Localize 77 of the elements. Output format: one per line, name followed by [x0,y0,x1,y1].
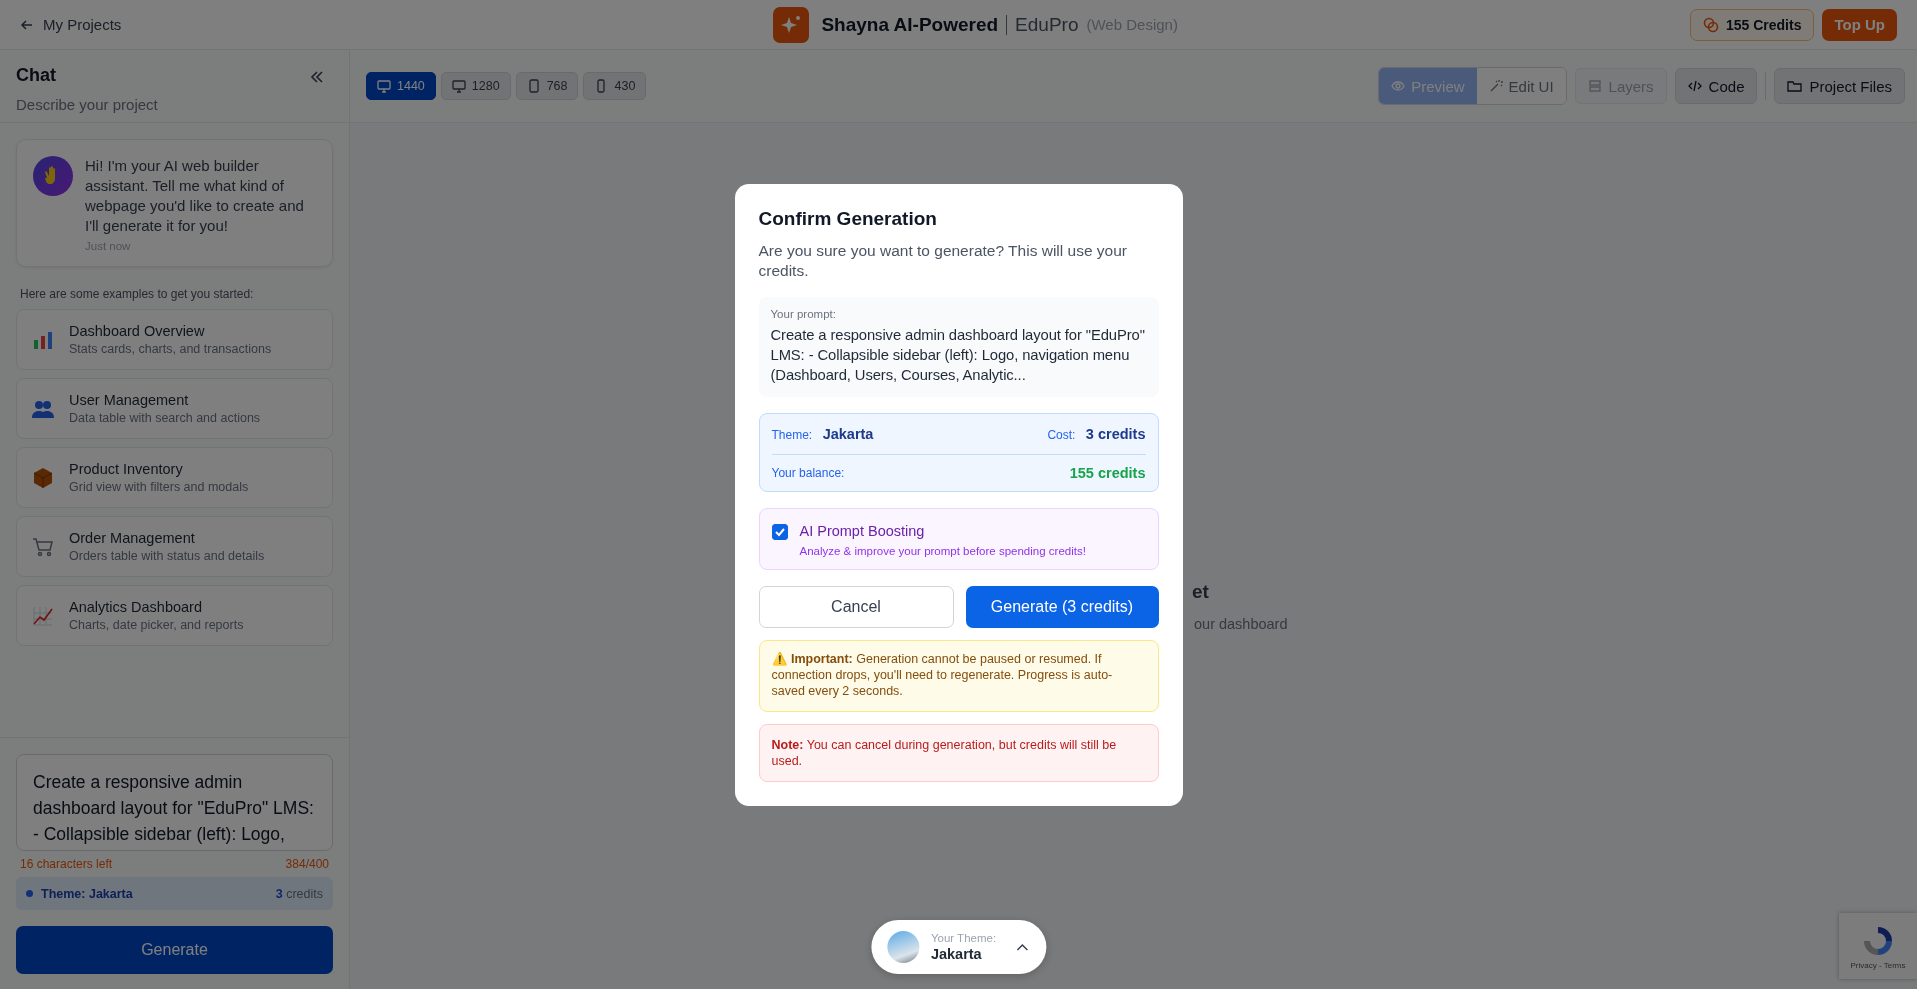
example-title: User Management [69,392,190,408]
breakpoint-tab[interactable]: 768 [515,72,579,100]
example-card[interactable]: Dashboard Overview Stats cards, charts, and transactions [16,309,333,370]
code-button[interactable]: Code [1674,68,1758,104]
example-title: Dashboard Overview [69,323,206,339]
top-up-button[interactable]: Top Up [1822,8,1897,41]
monitor-icon [451,79,466,93]
character-count: 384/400 [285,857,329,871]
chat-title: Chat [16,65,57,86]
code-icon [1687,79,1702,93]
example-description: Charts, date picker, and reports [69,618,244,632]
example-card[interactable]: User Management Data table with search and actions [16,378,333,439]
layers-icon [1587,79,1602,93]
example-title: Order Management [69,530,196,546]
confirm-generate-button[interactable]: Generate (3 credits) [965,585,1159,628]
canvas-subtitle: our dashboard [1193,616,1289,632]
examples-intro: Here are some examples to get you started: [19,287,255,301]
dialog-description: Are you sure you want to generate? This will use your credits. [758,240,1128,281]
canvas-title: et [1192,581,1210,603]
example-card[interactable]: Product Inventory Grid view with filters and modals [16,447,333,508]
dialog-title: Confirm Generation [758,207,938,230]
theme-value: Jakarta [822,425,874,442]
example-title: Analytics Dashboard [69,599,203,615]
project-name: EduPro [1015,13,1079,36]
credits-badge[interactable]: 155 Credits [1689,8,1815,41]
prompt-text: Create a responsive admin dashboard layout for "EduPro" LMS: - Collapsible sidebar (left): Logo, navigation menu (Dashboard, Users, Courses, Analytic... [770,325,1146,385]
logo-icon [773,6,810,43]
folder-icon [1787,79,1803,93]
waving-hand-icon [33,156,73,196]
boosting-description: Analyze & improve your prompt before spending credits! [799,544,1086,557]
collapse-icon[interactable] [309,69,325,85]
important-notice: ⚠ Important: Generation cannot be paused or resumed. If connection drops, you'll need to regenerate. Progress is auto-saved every 2 seconds. [758,639,1159,712]
example-card[interactable]: Order Management Orders table with status and details [16,516,333,577]
tablet-icon [526,79,541,93]
back-arrow-icon [20,17,34,32]
chevron-up-icon [1016,943,1029,951]
breakpoint-tab[interactable]: 1440 [366,72,436,100]
example-description: Data table with search and actions [69,411,261,425]
boosting-checkbox[interactable] [771,523,788,540]
example-title: Product Inventory [69,461,184,477]
cancel-button[interactable]: Cancel [758,585,954,628]
theme-caption: Your Theme: [930,932,997,944]
cost-unit: credits [286,886,323,901]
prompt-field[interactable]: Create a responsive admin dashboard layout for "EduPro" LMS: - Collapsible sidebar (left): Logo, [16,754,333,851]
assistant-message: Hi! I'm your AI web builder assistant. Tell me what kind of webpage you'd like to create and I'll generate it for you! [85,156,305,236]
characters-left: 16 characters left [20,857,113,871]
privacy-terms-links[interactable]: Privacy - Terms [1850,960,1906,970]
coins-icon [1702,16,1719,33]
cost-value: 3 credits [1085,425,1146,442]
box-icon [31,465,55,490]
breakpoint-tab[interactable]: 1280 [440,72,511,100]
theme-label: Theme: [771,427,813,442]
boosting-title: AI Prompt Boosting [799,522,926,539]
project-files-button[interactable]: Project Files [1774,68,1905,104]
back-link[interactable]: My Projects [20,16,122,33]
photo-placeholder [886,931,919,963]
example-description: Stats cards, charts, and transactions [69,342,272,356]
theme-switcher[interactable]: Your Theme: Jakarta [870,920,1047,974]
example-description: Orders table with status and details [69,549,265,563]
breakpoint-tab[interactable]: 430 [583,72,647,100]
chat-subtitle: Describe your project [16,96,158,113]
theme-dot [26,890,33,897]
note-notice: Note: You can cancel during generation, but credits will still be used. [758,723,1159,782]
example-description: Grid view with filters and modals [69,480,249,494]
theme-label: Theme: Jakarta [41,886,134,901]
cost-value: 3 [275,886,283,901]
example-card[interactable]: Analytics Dashboard Charts, date picker, and reports [16,585,333,646]
prompt-label: Your prompt: [770,307,837,320]
generate-button[interactable]: Generate [16,926,333,974]
wand-icon [1488,79,1503,93]
balance-label: Your balance: [771,465,845,480]
monitor-icon [377,79,391,93]
cost-label: Cost: [1047,427,1076,442]
brand-title: Shayna AI-Powered [821,13,999,36]
eye-icon [1391,79,1406,93]
theme-name: Jakarta [930,946,983,962]
balance-value: 155 credits [1069,464,1146,481]
